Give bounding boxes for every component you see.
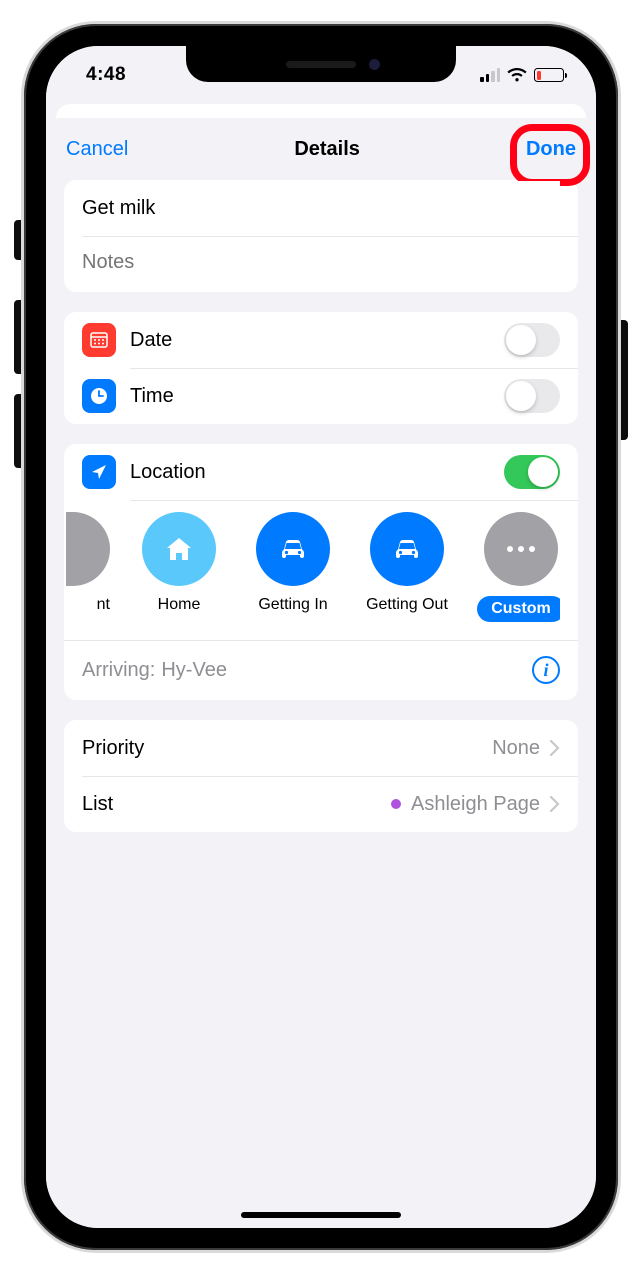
location-option-custom[interactable]: Custom [476,512,560,622]
home-icon [142,512,216,586]
location-option-getting-out[interactable]: Getting Out [362,512,452,622]
notch [186,46,456,82]
home-indicator[interactable] [241,1212,401,1218]
location-option-home[interactable]: Home [134,512,224,622]
arriving-value: Hy-Vee [161,659,532,682]
location-option-label: Home [158,596,201,614]
car-icon [370,512,444,586]
list-row[interactable]: List Ashleigh Page [64,776,578,832]
list-label: List [82,793,391,816]
location-option-label: Getting In [258,596,327,614]
location-option-label: Custom [477,596,560,622]
list-color-dot [391,799,401,809]
clock-icon [82,379,116,413]
date-toggle[interactable] [504,323,560,357]
location-option-getting-in[interactable]: Getting In [248,512,338,622]
date-row[interactable]: Date [64,312,578,368]
location-option-current[interactable]: nt [66,512,110,622]
done-button[interactable]: Done [526,138,576,161]
current-location-icon [66,512,110,586]
volume-up-button [14,300,24,374]
cellular-icon [480,68,500,82]
arriving-label: Arriving: [82,659,155,682]
time-row[interactable]: Time [64,368,578,424]
screen: 4:48 Cancel Details Done [46,46,596,1228]
location-row[interactable]: Location [64,444,578,500]
info-icon[interactable]: i [532,656,560,684]
location-arrow-icon [82,455,116,489]
page-title: Details [294,138,360,161]
location-option-label: nt [97,596,110,614]
mute-switch [14,220,24,260]
nav-bar: Cancel Details Done [46,118,596,180]
car-icon [256,512,330,586]
title-notes-group [64,180,578,292]
time-label: Time [130,385,504,408]
date-time-group: Date Time [64,312,578,424]
chevron-right-icon [550,796,560,812]
arriving-row[interactable]: Arriving: Hy-Vee i [64,640,578,700]
cancel-button[interactable]: Cancel [66,138,128,161]
location-toggle[interactable] [504,455,560,489]
ellipsis-icon [484,512,558,586]
speaker-grille [286,61,356,68]
date-label: Date [130,329,504,352]
location-options-row: nt Home [64,500,578,640]
power-button [618,320,628,440]
details-sheet: Cancel Details Done [46,118,596,1228]
battery-icon [534,68,564,82]
reminder-title-input[interactable] [82,181,560,236]
location-group: Location nt [64,444,578,700]
location-options-scroller[interactable]: nt Home [64,500,560,640]
volume-down-button [14,394,24,468]
calendar-icon [82,323,116,357]
device-frame: 4:48 Cancel Details Done [0,0,642,1274]
front-camera [369,59,380,70]
bezel: 4:48 Cancel Details Done [24,24,618,1250]
content-scroll[interactable]: Date Time [46,180,596,1228]
time-toggle[interactable] [504,379,560,413]
priority-row[interactable]: Priority None [64,720,578,776]
status-time: 4:48 [86,64,126,86]
chevron-right-icon [550,740,560,756]
notes-row [64,236,578,292]
status-icons [480,68,564,82]
priority-label: Priority [82,737,492,760]
wifi-icon [507,68,527,82]
list-value: Ashleigh Page [391,793,540,816]
priority-value: None [492,737,540,760]
location-label: Location [130,461,504,484]
reminder-notes-input[interactable] [82,237,560,292]
location-option-label: Getting Out [366,596,448,614]
title-row [64,180,578,236]
priority-list-group: Priority None List Ashleigh Page [64,720,578,832]
